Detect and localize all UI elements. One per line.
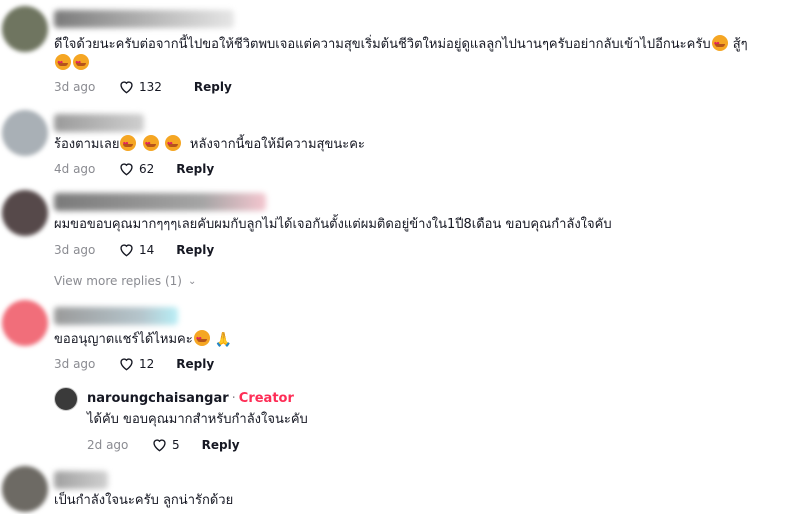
reply-meta: 2d ago 5 Reply (87, 437, 240, 452)
comment-meta: 3d ago 12 Reply (54, 356, 214, 371)
username-blurred[interactable] (54, 10, 234, 28)
reply-button[interactable]: Reply (176, 162, 214, 176)
comment-text: ผมขอขอบคุณมากๆๆๆเลยคับผมกับลูกไม่ได้เจอก… (54, 217, 612, 232)
avatar[interactable] (2, 190, 48, 236)
comment-text-emoji-line (54, 54, 90, 73)
heart-outline-icon (120, 81, 133, 94)
reply-button[interactable]: Reply (176, 243, 214, 257)
smiling-face-with-hearts-icon (142, 135, 159, 154)
username-blurred[interactable] (54, 471, 108, 489)
comment-time: 3d ago (54, 356, 96, 371)
like-button[interactable]: 5 (151, 437, 180, 452)
comment-text: ดีใจด้วยนะครับต่อจากนี้ไปขอให้ชีวิตพบเจอ… (54, 35, 748, 54)
avatar[interactable] (2, 300, 48, 346)
avatar[interactable] (2, 466, 48, 512)
folded-hands-icon: 🙏 (214, 332, 233, 348)
heart-outline-icon (153, 439, 166, 452)
username-blurred[interactable] (54, 307, 178, 325)
like-count: 62 (139, 161, 155, 176)
comment-meta: 3d ago 14 Reply (54, 242, 214, 257)
like-count: 5 (172, 437, 180, 452)
smiling-face-with-hearts-icon (120, 135, 137, 154)
reply-time: 2d ago (87, 437, 129, 452)
smiling-face-with-hearts-icon (193, 330, 210, 349)
reply-button[interactable]: Reply (202, 438, 240, 452)
comment-time: 4d ago (54, 161, 96, 176)
like-count: 14 (139, 242, 155, 257)
avatar[interactable] (2, 6, 48, 52)
creator-username[interactable]: naroungchaisangar (87, 391, 229, 406)
comment-time: 3d ago (54, 242, 96, 257)
reply-text: ได้คับ ขอบคุณมากสำหรับกำลังใจนะคับ (87, 412, 308, 427)
avatar[interactable] (2, 110, 48, 156)
username-blurred[interactable] (54, 193, 266, 211)
username-blurred[interactable] (54, 114, 144, 132)
heart-outline-icon (120, 163, 133, 176)
smiling-face-with-hearts-icon (55, 54, 71, 73)
comment-text: ขออนุญาตแชร์ได้ไหมคะ 🙏 (54, 330, 232, 349)
creator-avatar[interactable] (54, 387, 78, 411)
smiling-face-with-hearts-icon (711, 35, 728, 54)
like-count: 12 (139, 356, 155, 371)
heart-outline-icon (120, 244, 133, 257)
reply-button[interactable]: Reply (176, 357, 214, 371)
like-button[interactable]: 14 (118, 242, 154, 257)
creator-badge: Creator (238, 391, 294, 406)
like-button[interactable]: 62 (118, 161, 154, 176)
comment-meta: 3d ago 132 Reply (54, 79, 232, 94)
smiling-face-with-hearts-icon (164, 135, 181, 154)
comment-meta: 4d ago 62 Reply (54, 161, 214, 176)
comment-text: ร้องตามเลย หลังจากนี้ขอให้มีความสุขนะคะ (54, 135, 365, 154)
comment-time: 3d ago (54, 79, 96, 94)
comment-text: เป็นกำลังใจนะครับ ลูกน่ารักด้วย (54, 493, 234, 508)
creator-username-line: naroungchaisangar · Creator (87, 391, 294, 406)
reply-button[interactable]: Reply (194, 80, 232, 94)
smiling-face-with-hearts-icon (73, 54, 89, 73)
like-count: 132 (139, 79, 162, 94)
view-more-replies-button[interactable]: View more replies (1) ⌄ (54, 274, 196, 288)
chevron-down-icon: ⌄ (187, 275, 197, 287)
like-button[interactable]: 132 (118, 79, 162, 94)
heart-outline-icon (120, 358, 133, 371)
like-button[interactable]: 12 (118, 356, 154, 371)
